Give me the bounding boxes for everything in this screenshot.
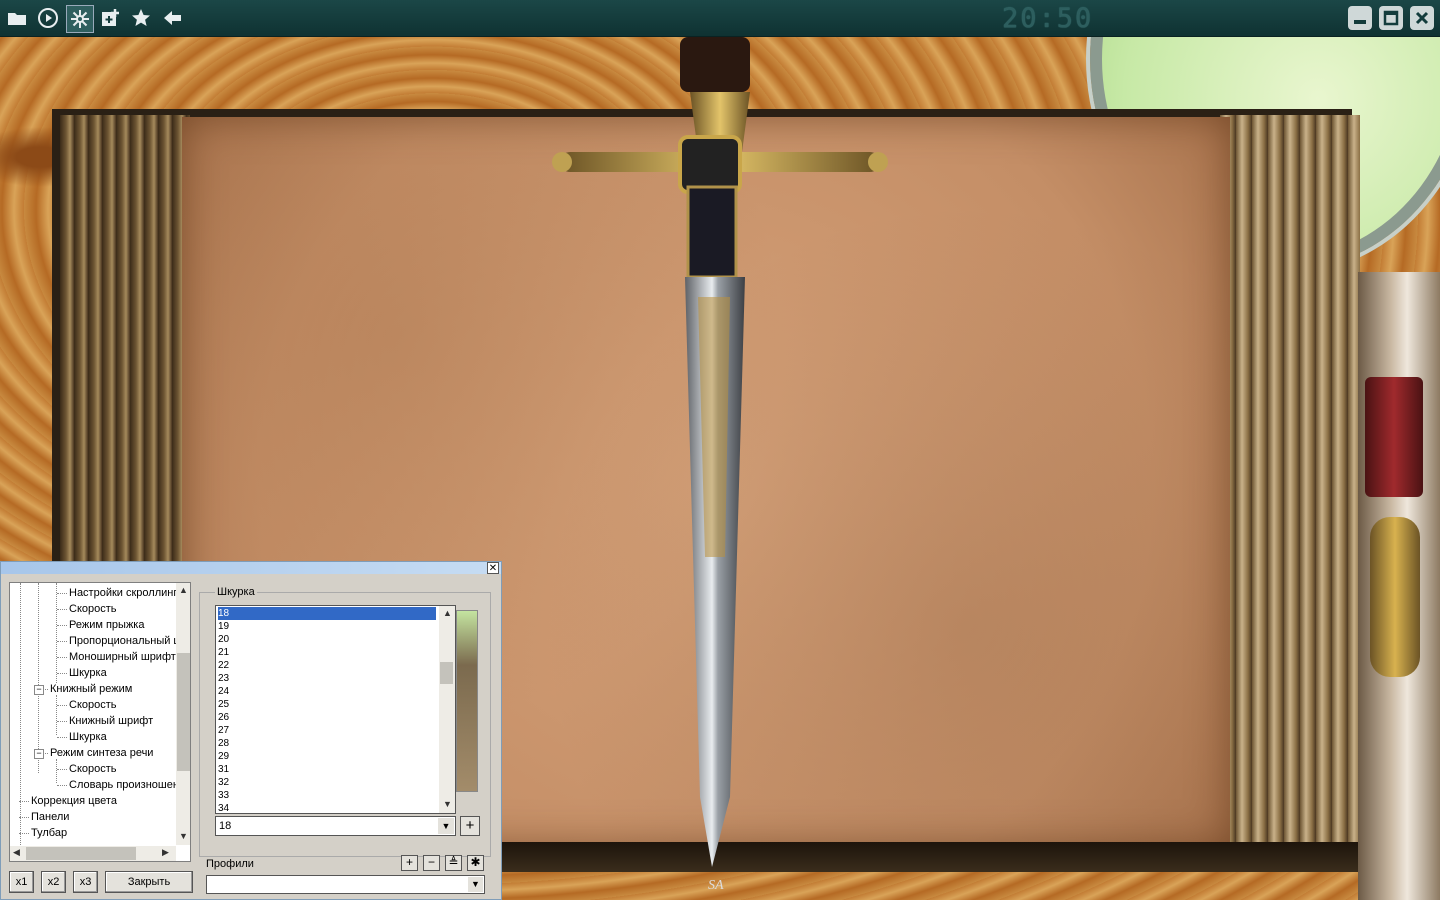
star-icon[interactable] bbox=[128, 5, 154, 31]
skin-list-item[interactable]: 31 bbox=[218, 763, 436, 776]
skin-list-item[interactable]: 20 bbox=[218, 633, 436, 646]
skin-list-scrollbar[interactable]: ▲ ▼ bbox=[439, 606, 455, 813]
panel-close-button[interactable]: ✕ bbox=[487, 562, 499, 574]
tree-item[interactable]: Панели bbox=[31, 810, 69, 824]
skin-preview-image bbox=[456, 610, 478, 792]
tree-item[interactable]: Скорость bbox=[69, 602, 117, 616]
profiles-label: Профили bbox=[206, 858, 254, 870]
skin-list-item[interactable]: 29 bbox=[218, 750, 436, 763]
save-profile-button[interactable]: ≜ bbox=[445, 855, 462, 871]
tree-item[interactable]: Настройки скроллинга bbox=[69, 586, 183, 600]
add-skin-button[interactable]: + bbox=[460, 816, 480, 836]
tree-item[interactable]: Книжный шрифт bbox=[69, 714, 153, 728]
play-icon[interactable] bbox=[35, 5, 61, 31]
tree-collapse-toggle[interactable]: − bbox=[34, 749, 44, 759]
clock: 20:50 bbox=[1002, 3, 1094, 34]
tree-item[interactable]: Скорость bbox=[69, 762, 117, 776]
chevron-down-icon[interactable]: ▼ bbox=[468, 877, 483, 892]
skin-list-item[interactable]: 28 bbox=[218, 737, 436, 750]
skin-list-item[interactable]: 33 bbox=[218, 789, 436, 802]
skin-list-item[interactable]: 22 bbox=[218, 659, 436, 672]
close-icon[interactable] bbox=[1410, 6, 1434, 30]
skin-listbox[interactable]: 18 19 20 21 22 23 24 25 26 27 28 29 31 32 33 34 ▲ ▼ bbox=[215, 605, 456, 814]
tree-item[interactable]: Книжный режим bbox=[50, 682, 132, 696]
tree-item[interactable]: Режим синтеза речи bbox=[50, 746, 153, 760]
tree-item[interactable]: Словарь произношения bbox=[69, 778, 190, 792]
skin-combo-value: 18 bbox=[219, 820, 232, 832]
remove-profile-button[interactable]: − bbox=[423, 855, 440, 871]
signature-text: SA bbox=[708, 878, 724, 893]
tree-item[interactable]: Пропорциональный шрифт bbox=[69, 634, 190, 648]
skin-combo[interactable]: 18 ▼ bbox=[215, 816, 456, 836]
skin-list-item[interactable]: 18 bbox=[218, 607, 436, 620]
skin-group-label: Шкурка bbox=[215, 586, 257, 598]
add-icon[interactable] bbox=[97, 5, 123, 31]
toolbar: 20:50 bbox=[0, 0, 1440, 37]
tree-item[interactable]: Шкурка bbox=[69, 666, 107, 680]
back-arrow-icon[interactable] bbox=[159, 5, 185, 31]
sword-image bbox=[552, 37, 888, 867]
tree-item[interactable]: Шкурка bbox=[69, 730, 107, 744]
tree-item[interactable]: Моноширный шрифт bbox=[69, 650, 176, 664]
tree-item[interactable]: Скорость bbox=[69, 698, 117, 712]
skin-list-item[interactable]: 19 bbox=[218, 620, 436, 633]
tree-collapse-toggle[interactable]: − bbox=[34, 685, 44, 695]
dagger-guard bbox=[1370, 517, 1420, 677]
minimize-icon[interactable] bbox=[1348, 6, 1372, 30]
x3-button[interactable]: x3 bbox=[73, 871, 98, 893]
settings-panel: ✕ Настройки скроллинга Скорость Режим прыж… bbox=[0, 561, 502, 900]
add-profile-button[interactable]: + bbox=[401, 855, 418, 871]
settings-tree[interactable]: Настройки скроллинга Скорость Режим прыжка… bbox=[9, 582, 191, 862]
panel-title-bar[interactable] bbox=[1, 562, 501, 574]
skin-list-item[interactable]: 24 bbox=[218, 685, 436, 698]
tree-vertical-scrollbar[interactable]: ▲ ▼ bbox=[176, 583, 190, 845]
profile-settings-button[interactable]: ✱ bbox=[467, 855, 484, 871]
folder-icon[interactable] bbox=[4, 5, 30, 31]
skin-list-item[interactable]: 34 bbox=[218, 802, 436, 813]
tree-hscroll-thumb[interactable] bbox=[26, 847, 136, 860]
skin-list-scroll-thumb[interactable] bbox=[440, 662, 453, 684]
skin-list-item[interactable]: 26 bbox=[218, 711, 436, 724]
book-page-edges-right bbox=[1220, 115, 1360, 845]
tree-horizontal-scrollbar[interactable]: ◀ ▶ bbox=[10, 846, 176, 861]
maximize-icon[interactable] bbox=[1379, 6, 1403, 30]
skin-list-item[interactable]: 23 bbox=[218, 672, 436, 685]
skin-list-item[interactable]: 25 bbox=[218, 698, 436, 711]
x1-button[interactable]: x1 bbox=[9, 871, 34, 893]
close-button[interactable]: Закрыть bbox=[105, 871, 193, 893]
dagger-gem bbox=[1365, 377, 1423, 497]
tree-item[interactable]: Режим прыжка bbox=[69, 618, 144, 632]
tree-scroll-thumb[interactable] bbox=[177, 653, 190, 771]
skin-list-item[interactable]: 21 bbox=[218, 646, 436, 659]
skin-list-item[interactable]: 32 bbox=[218, 776, 436, 789]
profiles-combo[interactable]: ▼ bbox=[206, 875, 485, 894]
skin-list-item[interactable]: 27 bbox=[218, 724, 436, 737]
tree-item[interactable]: Тулбар bbox=[31, 826, 67, 840]
tree-item[interactable]: Коррекция цвета bbox=[31, 794, 117, 808]
settings-icon[interactable] bbox=[66, 5, 94, 33]
x2-button[interactable]: x2 bbox=[41, 871, 66, 893]
chevron-down-icon[interactable]: ▼ bbox=[438, 818, 454, 834]
